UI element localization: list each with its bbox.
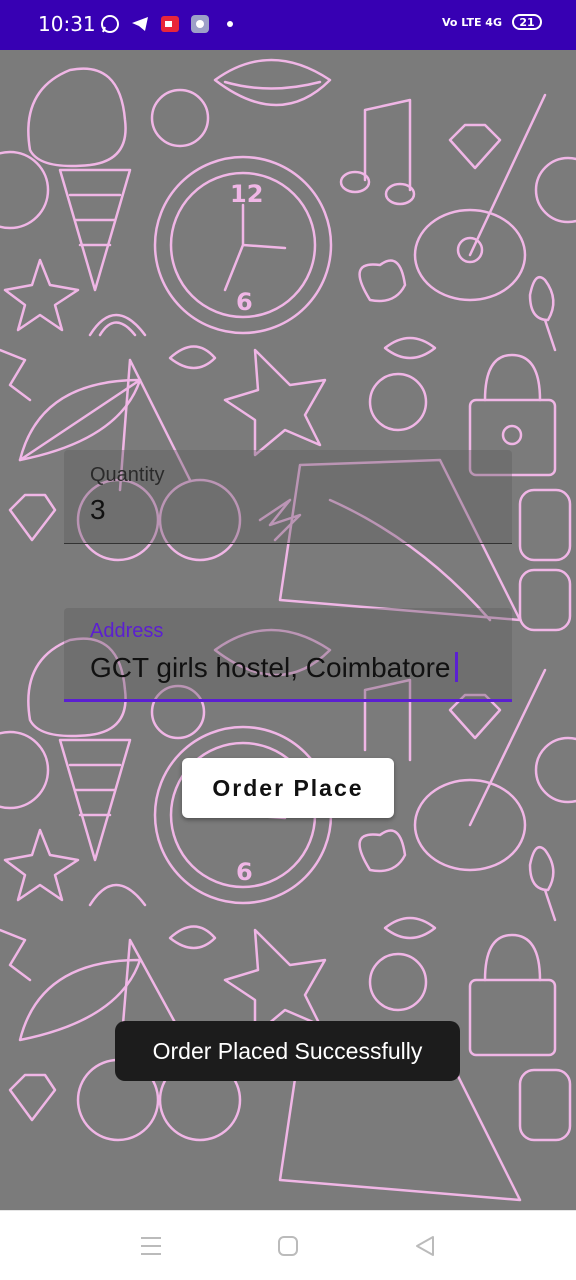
back-icon[interactable] <box>412 1233 438 1259</box>
lightning-doodle <box>0 348 32 402</box>
network-indicator: Vo LTE 4G <box>441 15 502 29</box>
clock-doodle: 12 6 <box>153 155 333 335</box>
heart-doodle <box>358 259 407 303</box>
menu-icon[interactable] <box>138 1233 164 1259</box>
address-input[interactable]: GCT girls hostel, Coimbatore <box>90 652 458 684</box>
address-label: Address <box>90 620 164 642</box>
quantity-field[interactable]: Quantity 3 <box>64 450 512 544</box>
home-icon[interactable] <box>275 1233 301 1259</box>
svg-text:6: 6 <box>236 288 253 316</box>
toast-message: Order Placed Successfully <box>115 1021 460 1081</box>
status-time: 10:31 <box>38 12 96 36</box>
status-bar: 10:31 Vo LTE 4G 21 <box>0 0 576 50</box>
eye-doodle <box>168 345 217 370</box>
dot-icon <box>220 14 240 34</box>
orange-doodle <box>0 150 50 230</box>
balloon-doodle <box>528 275 557 352</box>
app-icon <box>190 14 210 34</box>
ice-cream-doodle <box>27 67 132 292</box>
quantity-label: Quantity <box>90 464 165 486</box>
star-doodle <box>3 258 80 332</box>
rainbow-doodle <box>88 313 147 337</box>
svg-text:12: 12 <box>230 180 263 208</box>
quantity-input[interactable]: 3 <box>90 494 106 526</box>
battery-icon: 21 <box>512 14 542 30</box>
music-note-doodle <box>339 98 416 206</box>
diamond-doodle <box>448 123 502 170</box>
whatsapp-icon <box>100 14 120 34</box>
text-cursor <box>454 652 458 682</box>
button-doodle <box>368 372 428 432</box>
navigation-bar <box>0 1210 576 1280</box>
address-value: GCT girls hostel, Coimbatore <box>90 652 451 683</box>
glasses-doodle <box>518 488 572 632</box>
lips-doodle <box>213 58 332 107</box>
star-big-doodle <box>223 348 327 457</box>
status-right: Vo LTE 4G 21 <box>442 14 542 30</box>
svg-text:6: 6 <box>236 858 253 886</box>
order-place-button[interactable]: Order Place <box>182 758 394 818</box>
telegram-icon <box>130 14 150 34</box>
address-field[interactable]: Address GCT girls hostel, Coimbatore <box>64 608 512 702</box>
notification-icons <box>100 14 240 34</box>
screen-record-icon <box>160 14 180 34</box>
